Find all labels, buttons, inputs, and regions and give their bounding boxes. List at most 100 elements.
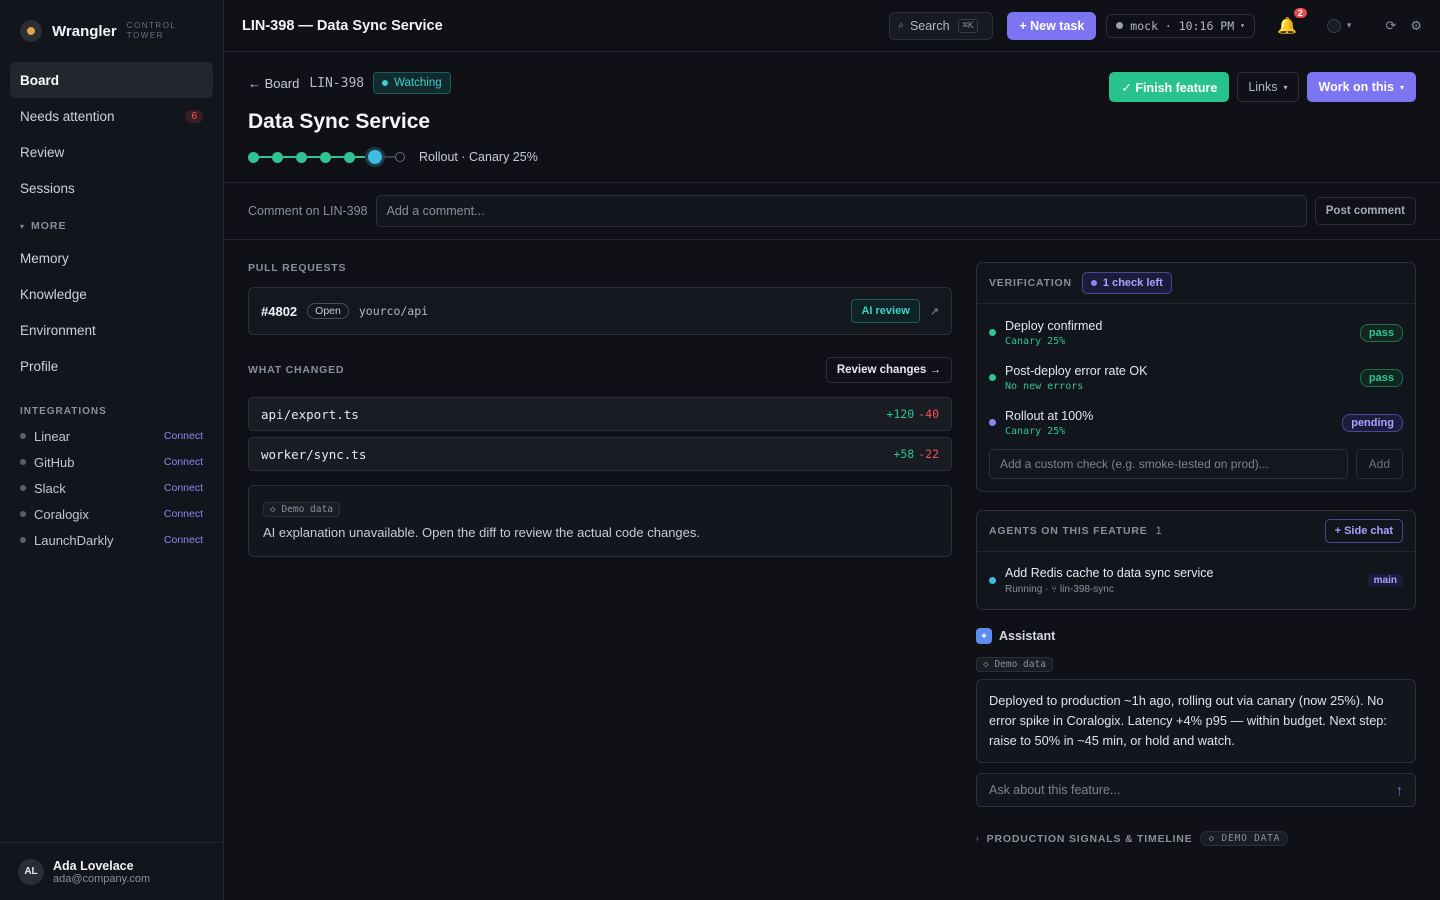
comment-input[interactable]: Add a comment... xyxy=(375,195,1307,227)
check-subtitle: No new errors xyxy=(1005,380,1084,392)
status-dot-icon xyxy=(989,577,996,584)
back-link[interactable]: ← Board xyxy=(248,76,299,91)
pull-request-card[interactable]: #4802 Open yourco/api AI review ↗ xyxy=(248,287,952,335)
notifications-button[interactable]: 🔔 2 xyxy=(1277,7,1307,36)
step-line xyxy=(259,156,272,158)
comment-bar: Comment on LIN-398 Add a comment... Post… xyxy=(224,182,1440,240)
pr-state-badge: Open xyxy=(307,303,349,319)
add-check-button[interactable]: Add xyxy=(1355,449,1403,479)
verification-panel: VERIFICATION 1 check left Deploy confirm… xyxy=(976,262,1416,492)
check-status-badge: pass xyxy=(1359,323,1403,342)
user-profile[interactable]: AL Ada Lovelace ada@company.com xyxy=(0,842,223,900)
theme-toggle[interactable]: ▾ xyxy=(1326,18,1351,33)
finish-feature-button[interactable]: ✓ Finish feature xyxy=(1109,72,1230,102)
ai-review-button[interactable]: AI review xyxy=(851,299,920,323)
agent-row[interactable]: Add Redis cache to data sync service Run… xyxy=(977,552,1415,609)
status-dot-icon xyxy=(1090,280,1097,286)
sidebar-item-review[interactable]: Review xyxy=(10,134,213,170)
step-line xyxy=(355,156,368,158)
changed-file-row[interactable]: worker/sync.ts +58 -22 xyxy=(248,437,952,471)
verification-header: VERIFICATION 1 check left xyxy=(977,263,1415,304)
step-done xyxy=(296,151,307,163)
step-pending xyxy=(395,152,405,162)
sidebar-item-label: Memory xyxy=(20,250,69,266)
demo-data-chip: ◇ DEMO DATA xyxy=(1200,831,1289,846)
shortcut-hint: ⌘K xyxy=(957,18,979,33)
rollout-progress: Rollout · Canary 25% xyxy=(248,150,538,164)
brand[interactable]: Wrangler CONTROL TOWER xyxy=(0,0,223,62)
links-button[interactable]: Links ▾ xyxy=(1237,72,1299,102)
pr-repo: yourco/api xyxy=(358,304,429,318)
status-dot-icon xyxy=(20,433,26,439)
gear-icon[interactable]: ⚙ xyxy=(1410,18,1422,34)
sidebar-item-needs-attention[interactable]: Needs attention 6 xyxy=(10,98,213,134)
comment-label: Comment on LIN-398 xyxy=(248,204,368,218)
assistant-header: ✦ Assistant xyxy=(976,628,1416,644)
post-comment-button[interactable]: Post comment xyxy=(1314,197,1416,225)
review-changes-button[interactable]: Review changes → xyxy=(825,357,952,383)
step-done xyxy=(320,151,331,163)
ticket-id: LIN-398 xyxy=(309,75,365,91)
logo-icon xyxy=(20,20,42,42)
environment-label: mock · 10:16 PM xyxy=(1130,18,1235,33)
sidebar-item-sessions[interactable]: Sessions xyxy=(10,170,213,206)
step-done xyxy=(272,151,283,163)
file-name: api/export.ts xyxy=(261,406,359,422)
checks-left-badge: 1 check left xyxy=(1081,272,1172,294)
connect-link[interactable]: Connect xyxy=(164,430,203,442)
step-line xyxy=(307,156,320,158)
search-button[interactable]: ⌕ Search ⌘K xyxy=(889,11,994,40)
work-on-this-button[interactable]: Work on this ▾ xyxy=(1306,72,1416,102)
external-link-icon[interactable]: ↗ xyxy=(930,305,939,318)
sidebar-item-label: Knowledge xyxy=(20,286,87,302)
status-dot-icon xyxy=(20,485,26,491)
agent-title: Add Redis cache to data sync service xyxy=(1005,566,1214,580)
ai-explanation-card: ◇ Demo data AI explanation unavailable. … xyxy=(248,485,952,557)
pr-number: #4802 xyxy=(261,303,298,319)
environment-select[interactable]: mock · 10:16 PM ▾ xyxy=(1106,13,1255,38)
step-line xyxy=(331,156,344,158)
sidebar-item-profile[interactable]: Profile xyxy=(10,348,213,384)
avatar: AL xyxy=(18,858,44,885)
connect-link[interactable]: Connect xyxy=(164,534,203,546)
status-dot-icon xyxy=(1116,22,1124,29)
what-changed-header: WHAT CHANGED Review changes → xyxy=(248,357,952,383)
agents-label: AGENTS ON THIS FEATURE xyxy=(989,525,1148,537)
brand-name: Wrangler xyxy=(52,22,117,40)
step-current xyxy=(368,150,382,164)
diff-stats: +120 -40 xyxy=(887,407,939,421)
sidebar-item-label: Board xyxy=(20,72,60,88)
step-line xyxy=(283,156,296,158)
status-dot-icon xyxy=(20,537,26,543)
signals-toggle[interactable]: › PRODUCTION SIGNALS & TIMELINE ◇ DEMO D… xyxy=(976,831,1416,846)
sidebar-item-label: Review xyxy=(20,144,65,160)
sidebar-item-environment[interactable]: Environment xyxy=(10,312,213,348)
custom-check-input[interactable]: Add a custom check (e.g. smoke-tested on… xyxy=(989,449,1348,479)
connect-link[interactable]: Connect xyxy=(164,482,203,494)
diff-stats: +58 -22 xyxy=(893,447,939,461)
more-toggle[interactable]: ▾ MORE xyxy=(20,220,223,232)
refresh-icon[interactable]: ⟳ xyxy=(1385,18,1396,34)
new-task-button[interactable]: + New task xyxy=(1007,11,1097,40)
ask-input[interactable]: Ask about this feature... ↑ xyxy=(976,773,1416,807)
what-changed-label: WHAT CHANGED xyxy=(248,364,345,376)
send-arrow-icon[interactable]: ↑ xyxy=(1396,782,1403,798)
assistant-title: Assistant xyxy=(999,629,1056,643)
integration-item: Linear Connect xyxy=(0,423,223,449)
search-icon: ⌕ xyxy=(898,20,904,31)
verification-label: VERIFICATION xyxy=(989,277,1072,289)
connect-link[interactable]: Connect xyxy=(164,508,203,520)
connect-link[interactable]: Connect xyxy=(164,456,203,468)
count-badge: 6 xyxy=(185,109,203,123)
circle-icon xyxy=(1326,18,1341,33)
sidebar-item-knowledge[interactable]: Knowledge xyxy=(10,276,213,312)
side-chat-button[interactable]: + Side chat xyxy=(1324,519,1403,543)
lines-removed: -40 xyxy=(918,407,939,421)
sidebar-item-label: Needs attention xyxy=(20,108,115,124)
checks-left-label: 1 check left xyxy=(1102,277,1163,289)
changed-file-row[interactable]: api/export.ts +120 -40 xyxy=(248,397,952,431)
sidebar-item-memory[interactable]: Memory xyxy=(10,240,213,276)
sidebar-item-board[interactable]: Board xyxy=(10,62,213,98)
explanation-text: AI explanation unavailable. Open the dif… xyxy=(263,525,700,540)
lines-removed: -22 xyxy=(918,447,939,461)
